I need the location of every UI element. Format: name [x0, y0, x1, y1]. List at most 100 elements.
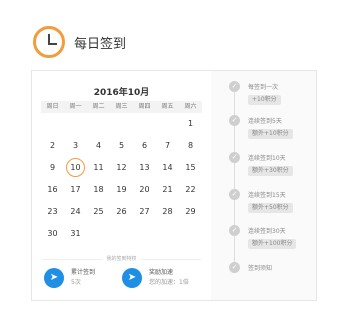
calendar-day[interactable]: 1 — [179, 113, 202, 135]
calendar-day[interactable]: 26 — [110, 201, 133, 223]
calendar-empty-cell — [41, 113, 64, 135]
calendar-day[interactable]: 30 — [41, 223, 64, 245]
calendar-day[interactable]: 14 — [156, 157, 179, 179]
calendar-day-number: 6 — [141, 141, 148, 150]
calendar-day[interactable]: 24 — [64, 201, 87, 223]
rocket-icon: ➤ — [44, 268, 64, 288]
calendar-day[interactable]: 22 — [179, 179, 202, 201]
calendar-week-row: 2 3 4 5 6 7 8 — [41, 135, 203, 157]
calendar-day-number: 28 — [162, 207, 173, 216]
calendar-day[interactable]: 8 — [179, 135, 202, 157]
weekday-label: 周三 — [110, 101, 133, 113]
calendar-day-number: 21 — [162, 185, 173, 194]
step-label: 连续签到15天 — [248, 192, 286, 199]
calendar-day[interactable]: 12 — [110, 157, 133, 179]
calendar-month-title: 2016年10月 — [93, 88, 150, 98]
step-label: 连续签到5天 — [248, 118, 282, 125]
weekday-label: 周五 — [156, 101, 179, 113]
calendar-day[interactable]: 5 — [110, 135, 133, 157]
calendar-day-number: 27 — [139, 207, 150, 216]
calendar-day[interactable]: 25 — [87, 201, 110, 223]
calendar-day[interactable]: 16 — [41, 179, 64, 201]
calendar-week-row: 23 24 25 26 27 28 29 — [41, 201, 203, 223]
calendar-day-number: 15 — [185, 163, 196, 172]
calendar-day-number: 26 — [116, 207, 127, 216]
calendar-day[interactable]: 21 — [156, 179, 179, 201]
calendar-day[interactable]: 15 — [179, 157, 202, 179]
calendar-day[interactable]: 19 — [110, 179, 133, 201]
weekday-label: 周二 — [87, 101, 110, 113]
cumulative-checkin-feature: ➤ 累计签到 5次 — [44, 268, 95, 288]
calendar-day[interactable]: 27 — [133, 201, 156, 223]
calendar-day-number: 20 — [139, 185, 150, 194]
calendar-empty-cell — [64, 113, 87, 135]
calendar-day-number: 24 — [70, 207, 81, 216]
calendar-day[interactable]: 29 — [179, 201, 202, 223]
calendar-week-row: 1 — [41, 113, 203, 135]
calendar-day-number: 10 — [66, 158, 85, 177]
calendar-day-number: 5 — [118, 141, 125, 150]
calendar-day[interactable]: 3 — [64, 135, 87, 157]
page-title: 每日签到 — [74, 36, 127, 52]
calendar-day-number: 1 — [187, 119, 194, 128]
calendar-day[interactable]: 20 — [133, 179, 156, 201]
step-label: 每签到一次 — [248, 84, 279, 91]
feature-value: 5次 — [71, 279, 81, 286]
calendar-day-number: 16 — [47, 185, 58, 194]
check-circle-icon: ✓ — [229, 115, 240, 126]
calendar-day-number: 22 — [185, 185, 196, 194]
calendar-week-row: 9 10 11 12 13 14 15 — [41, 157, 203, 179]
check-circle-icon: ✓ — [229, 262, 240, 273]
step-reward-badge: 额外+100积分 — [248, 239, 297, 249]
calendar-empty-cell — [133, 223, 156, 245]
checkin-card: 2016年10月 周日 周一 周二 周三 周四 周五 周六 1234567891… — [31, 70, 317, 301]
step-label[interactable]: 签到须知 — [248, 263, 272, 272]
calendar-day-number: 19 — [116, 185, 127, 194]
calendar-day[interactable]: 11 — [87, 157, 110, 179]
calendar-day-number: 29 — [185, 207, 196, 216]
step-reward-badge: 额外+30积分 — [248, 166, 293, 176]
calendar-day[interactable]: 28 — [156, 201, 179, 223]
step-label: 连续签到30天 — [248, 228, 286, 235]
step-reward-badge: +10积分 — [248, 95, 281, 105]
calendar-empty-cell — [110, 223, 133, 245]
calendar-day-number: 2 — [49, 141, 56, 150]
weekday-header-row: 周日 周一 周二 周三 周四 周五 周六 — [41, 101, 203, 113]
calendar-day-number: 30 — [47, 229, 58, 238]
calendar-day-number: 25 — [93, 207, 104, 216]
weekday-label: 周一 — [64, 101, 87, 113]
calendar-empty-cell — [87, 223, 110, 245]
calendar-day-number: 9 — [49, 163, 56, 172]
calendar-day-number: 8 — [187, 141, 194, 150]
calendar-day[interactable]: 2 — [41, 135, 64, 157]
calendar-day[interactable]: 7 — [156, 135, 179, 157]
calendar-week-row: 30 31 — [41, 223, 203, 245]
calendar-empty-cell — [156, 113, 179, 135]
reward-boost-feature: ➤ 奖励加速 您的加速：1倍 — [122, 268, 189, 288]
step-reward-badge: 额外+10积分 — [248, 129, 293, 139]
calendar-day-number: 3 — [72, 141, 79, 150]
calendar-day[interactable]: 13 — [133, 157, 156, 179]
calendar-day-number: 18 — [93, 185, 104, 194]
weekday-label: 周四 — [133, 101, 156, 113]
calendar-day[interactable]: 23 — [41, 201, 64, 223]
calendar-empty-cell — [179, 223, 202, 245]
feature-value: 您的加速：1倍 — [149, 279, 189, 286]
calendar-day[interactable]: 17 — [64, 179, 87, 201]
weekday-label: 周日 — [41, 101, 64, 113]
calendar-day[interactable]: 18 — [87, 179, 110, 201]
calendar-day-number: 13 — [139, 163, 150, 172]
calendar-empty-cell — [110, 113, 133, 135]
calendar-empty-cell — [133, 113, 156, 135]
calendar-day-number: 31 — [70, 229, 81, 238]
calendar-day[interactable]: 9 — [41, 157, 64, 179]
calendar-day[interactable]: 4 — [87, 135, 110, 157]
calendar-empty-cell — [87, 113, 110, 135]
calendar-grid: 周日 周一 周二 周三 周四 周五 周六 1 2 3 4 5 6 7 8 9 10 11 12 13 14… — [41, 101, 203, 245]
calendar-day[interactable]: 31 — [64, 223, 87, 245]
calendar-day[interactable]: 6 — [133, 135, 156, 157]
calendar-day-today[interactable]: 10 — [64, 157, 87, 179]
feature-label: 累计签到 — [71, 269, 96, 276]
check-circle-icon: ✓ — [229, 189, 240, 200]
calendar-day-number: 12 — [116, 163, 127, 172]
